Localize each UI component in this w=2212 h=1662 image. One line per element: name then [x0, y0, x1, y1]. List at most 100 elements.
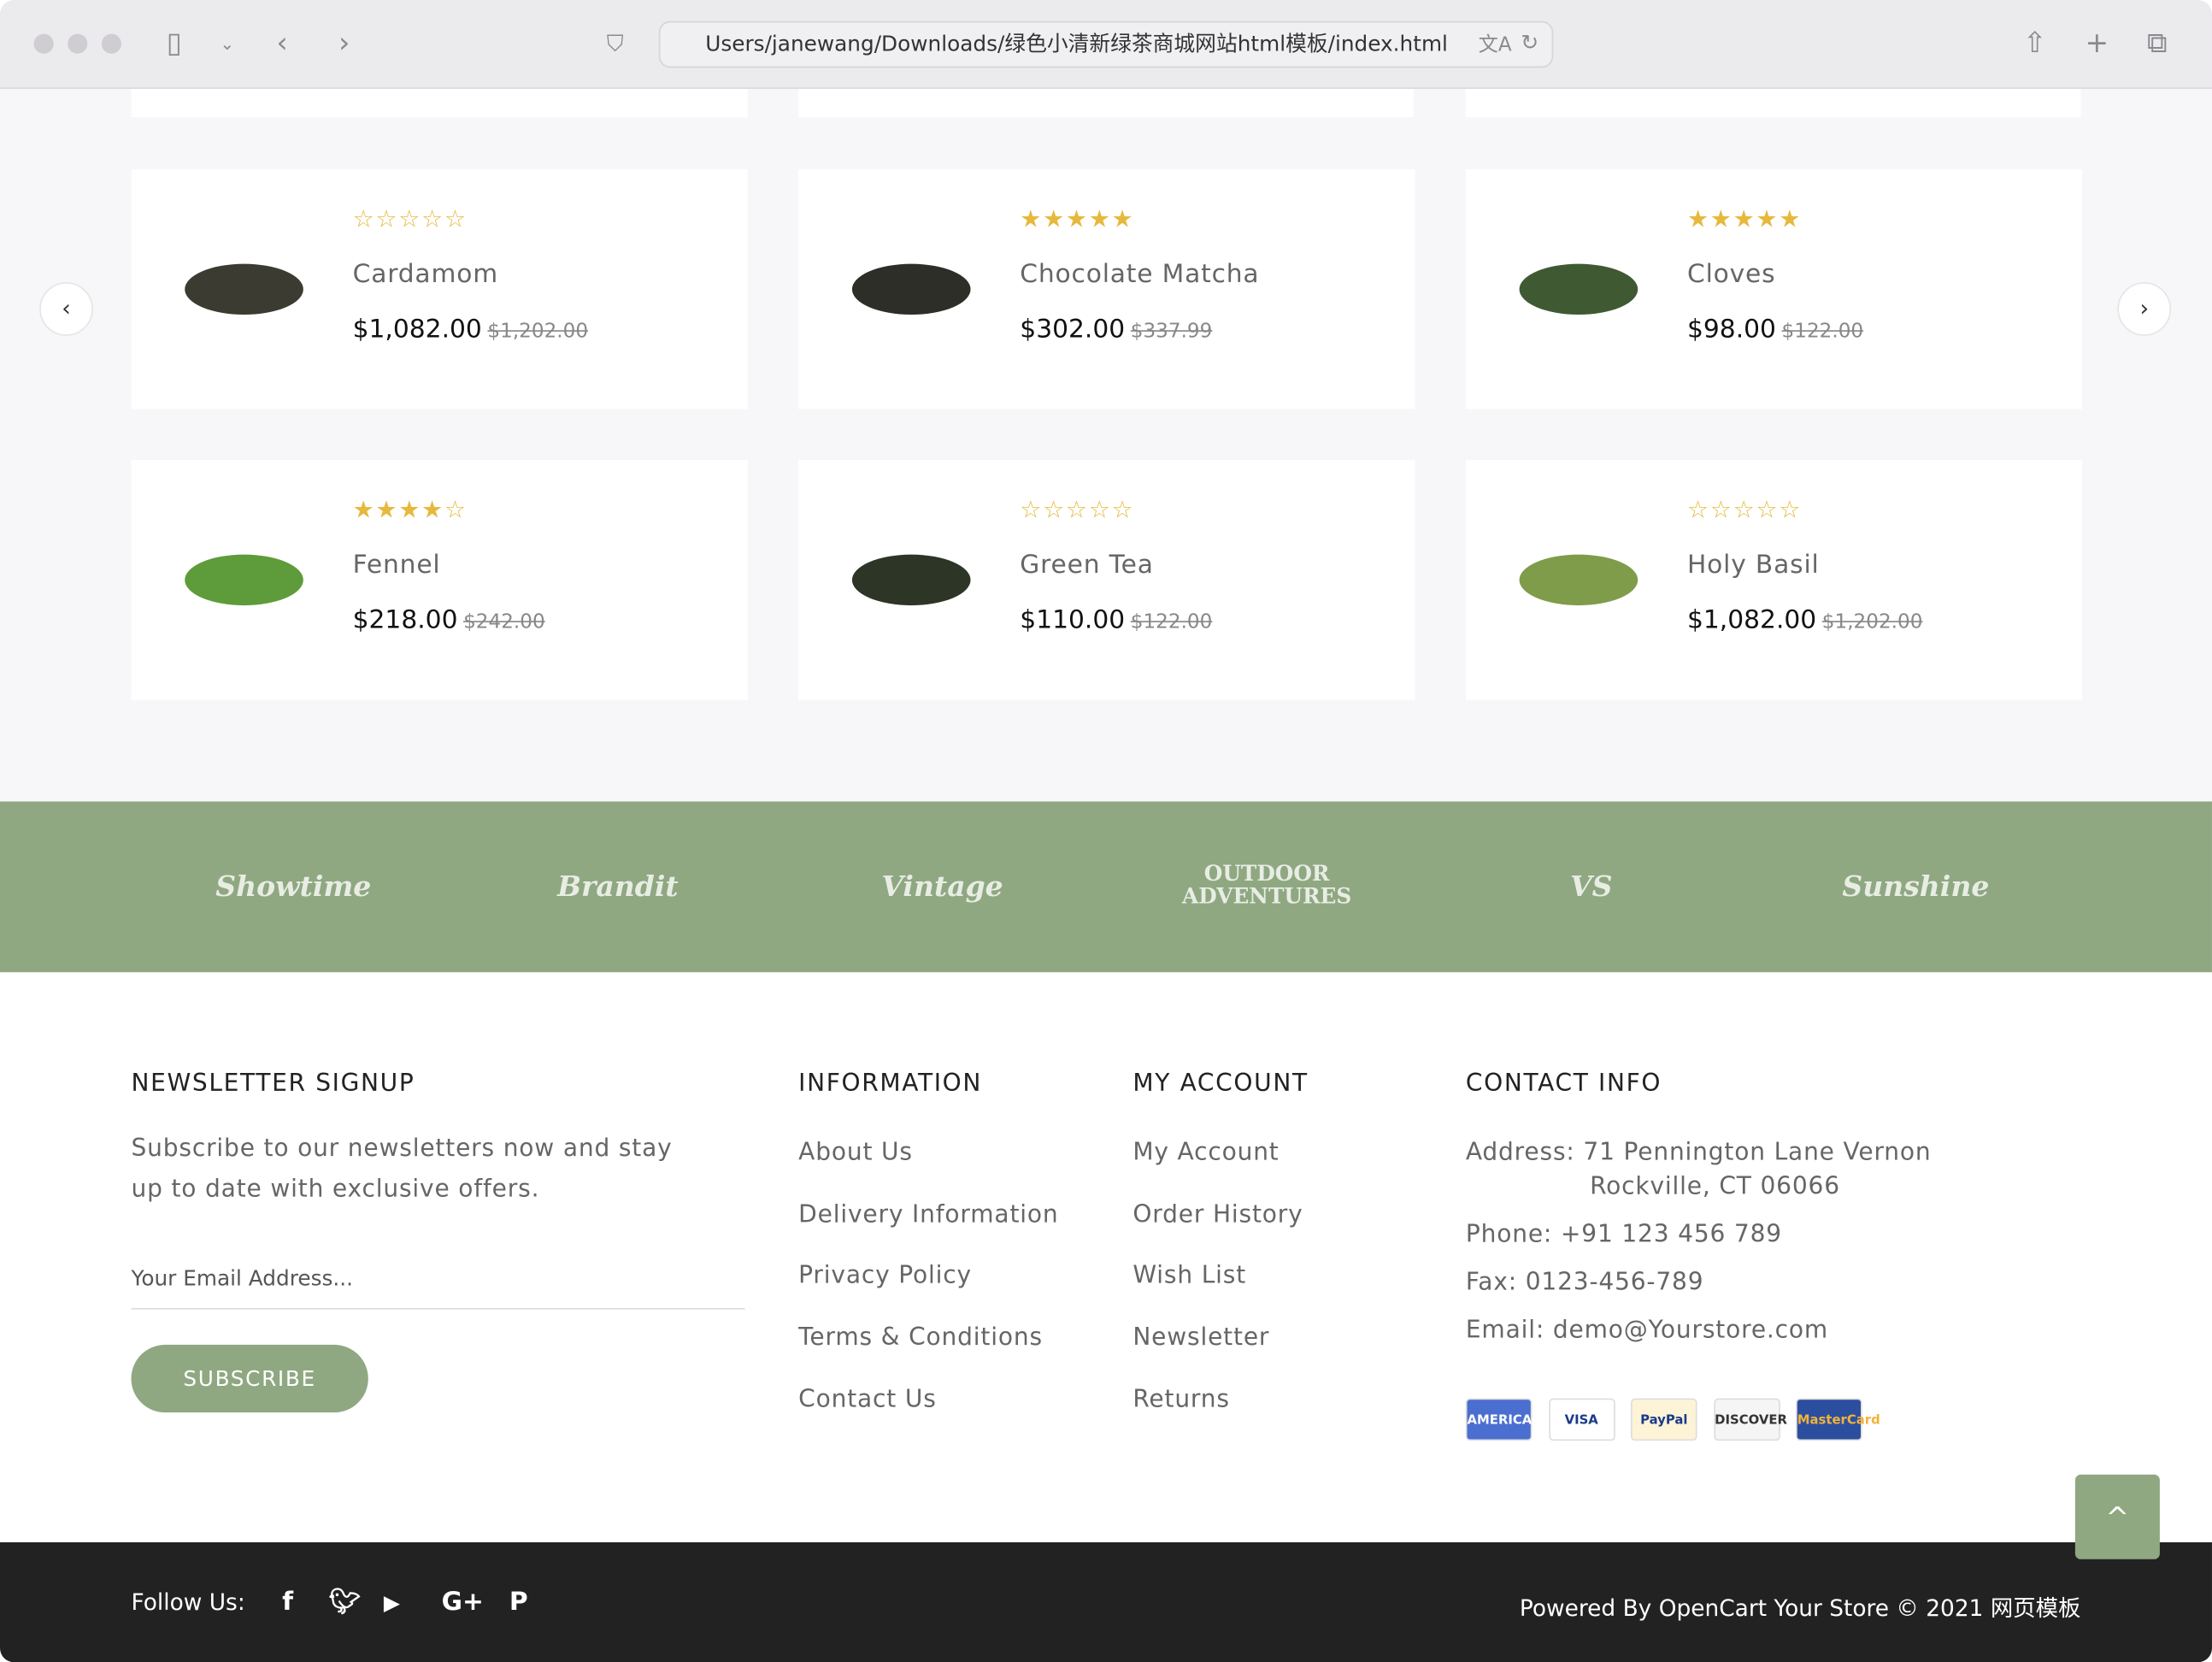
contact-address: Address: 71 Pennington Lane Vernon	[1465, 1138, 1932, 1167]
rating-stars: ☆☆☆☆☆	[352, 205, 468, 234]
brand-logo[interactable]: Sunshine	[1824, 844, 2008, 928]
product-image[interactable]	[180, 523, 308, 622]
product-name[interactable]: Green Tea	[1020, 551, 1153, 581]
twitter-icon[interactable]: 🐦︎	[329, 1588, 362, 1618]
product-price: $302.00 $337.99	[1020, 315, 1212, 345]
footer-link[interactable]: Order History	[1132, 1200, 1303, 1229]
product-name[interactable]: Holy Basil	[1687, 551, 1820, 581]
current-price: $98.00	[1686, 315, 1776, 345]
browser-toolbar: ▯ ⌄ ‹ › ⛉ Users/janewang/Downloads/绿色小清新…	[0, 0, 2212, 89]
youtube-icon[interactable]: ▶	[384, 1590, 400, 1616]
product-price: $218.00 $242.00	[353, 605, 545, 635]
copyright-text: Powered By OpenCart Your Store © 2021 网页…	[1519, 1594, 2081, 1622]
footer-link[interactable]: Delivery Information	[798, 1200, 1058, 1229]
url-text: Users/janewang/Downloads/绿色小清新绿茶商城网站html…	[705, 31, 1448, 57]
payment-icon: AMERICAN EXPRESS	[1465, 1398, 1543, 1470]
forward-icon[interactable]: ›	[338, 26, 350, 60]
product-name[interactable]: Chocolate Matcha	[1020, 260, 1259, 290]
footer-link[interactable]: Newsletter	[1132, 1323, 1269, 1352]
payment-icon: VISA	[1548, 1398, 1615, 1441]
subscribe-button[interactable]: SUBSCRIBE	[131, 1344, 368, 1413]
close-window-button[interactable]	[33, 33, 54, 54]
old-price: $122.00	[1130, 610, 1213, 634]
newsletter-title: NEWSLETTER SIGNUP	[131, 1070, 415, 1099]
zoom-window-button[interactable]	[101, 33, 121, 54]
product-image[interactable]	[848, 233, 975, 332]
scroll-to-top-button[interactable]: ^	[2074, 1474, 2160, 1559]
brand-logo[interactable]: Showtime	[202, 844, 385, 928]
payment-icon: MasterCard	[1796, 1398, 1880, 1441]
footer-link[interactable]: Wish List	[1132, 1262, 1246, 1290]
pinterest-icon[interactable]: P	[509, 1588, 528, 1618]
footer-link[interactable]: My Account	[1132, 1139, 1279, 1167]
rating-stars: ★★★★★	[1020, 205, 1135, 234]
facebook-icon[interactable]: f	[282, 1588, 293, 1618]
carousel-prev-button[interactable]: ‹	[39, 282, 93, 336]
current-price: $1,082.00	[352, 315, 482, 345]
product-name[interactable]: Cardamom	[353, 260, 498, 290]
newsletter-text: Subscribe to our newsletters now and sta…	[131, 1135, 673, 1164]
back-icon[interactable]: ‹	[276, 26, 287, 60]
follow-us-label: Follow Us:	[131, 1588, 245, 1616]
product-price: $98.00 $122.00	[1687, 315, 1863, 345]
current-price: $218.00	[352, 605, 458, 635]
share-icon[interactable]: ⇧	[2023, 26, 2047, 60]
email-input[interactable]	[131, 1248, 745, 1310]
product-card[interactable]: ☆☆☆☆☆ Cardamom $1,082.00 $1,202.00	[131, 169, 748, 410]
product-image[interactable]	[1515, 523, 1643, 622]
product-image[interactable]	[180, 233, 308, 332]
brand-logo[interactable]: VS	[1499, 844, 1683, 928]
footer-link[interactable]: Returns	[1132, 1385, 1230, 1413]
product-price: $110.00 $122.00	[1020, 605, 1212, 635]
old-price: $1,202.00	[487, 320, 589, 344]
rating-stars: ★★★★★	[1686, 205, 1803, 234]
product-card[interactable]: ★★★★★ Chocolate Matcha $302.00 $337.99	[798, 169, 1415, 410]
my-account-title: MY ACCOUNT	[1132, 1070, 1309, 1099]
chevron-down-icon[interactable]: ⌄	[220, 34, 234, 54]
product-card[interactable]: ★★★★★ Cloves $98.00 $122.00	[1465, 169, 2083, 410]
bottom-bar: Follow Us: f 🐦︎ ▶ G+ P Powered By OpenCa…	[0, 1541, 2212, 1662]
reload-icon[interactable]: ↻	[1521, 30, 1538, 56]
brand-logo[interactable]: Outdoor Adventures	[1175, 844, 1359, 928]
tabs-overview-icon[interactable]: ⧉	[2147, 26, 2168, 60]
contact-title: CONTACT INFO	[1465, 1070, 1662, 1099]
carousel-next-button[interactable]: ›	[2117, 282, 2172, 336]
information-title: INFORMATION	[798, 1070, 983, 1099]
current-price: $302.00	[1020, 315, 1126, 345]
sidebar-icon[interactable]: ▯	[167, 26, 182, 60]
product-card[interactable]: ☆☆☆☆☆ Green Tea $110.00 $122.00	[798, 460, 1415, 700]
contact-phone: Phone: +91 123 456 789	[1465, 1220, 1782, 1249]
rating-stars: ☆☆☆☆☆	[1686, 496, 1803, 525]
address-bar[interactable]: Users/janewang/Downloads/绿色小清新绿茶商城网站html…	[658, 21, 1554, 68]
brand-logo[interactable]: Vintage	[850, 844, 1034, 928]
contact-email: Email: demo@Yourstore.com	[1465, 1316, 1829, 1345]
rating-stars: ★★★★☆	[352, 496, 468, 525]
product-image[interactable]	[848, 523, 975, 622]
old-price: $1,202.00	[1821, 610, 1923, 634]
translate-icon[interactable]: 文A	[1479, 30, 1512, 58]
footer-link[interactable]: About Us	[798, 1139, 913, 1167]
footer-link[interactable]: Privacy Policy	[798, 1262, 972, 1290]
newsletter-text: up to date with exclusive offers.	[131, 1175, 540, 1204]
footer-link[interactable]: Terms & Conditions	[798, 1323, 1043, 1352]
footer-link[interactable]: Contact Us	[798, 1385, 937, 1413]
contact-fax: Fax: 0123-456-789	[1465, 1268, 1704, 1297]
product-image[interactable]	[1515, 233, 1643, 332]
product-card-partial	[1465, 88, 2081, 117]
product-name[interactable]: Fennel	[353, 551, 441, 581]
brand-logos-band: Showtime Brandit Vintage Outdoor Adventures…	[0, 801, 2212, 973]
payment-icon: PayPal	[1630, 1398, 1697, 1441]
product-price: $1,082.00 $1,202.00	[353, 315, 588, 345]
contact-address-line2: Rockville, CT 06066	[1590, 1172, 1840, 1201]
product-card[interactable]: ☆☆☆☆☆ Holy Basil $1,082.00 $1,202.00	[1465, 460, 2083, 700]
brand-logo[interactable]: Brandit	[527, 844, 710, 928]
old-price: $122.00	[1781, 320, 1864, 344]
old-price: $337.99	[1130, 320, 1213, 344]
new-tab-icon[interactable]: +	[2085, 26, 2109, 60]
google-plus-icon[interactable]: G+	[442, 1588, 484, 1618]
minimize-window-button[interactable]	[68, 33, 88, 54]
payment-icon: DISCOVER	[1713, 1398, 1787, 1441]
product-name[interactable]: Cloves	[1687, 260, 1775, 290]
shield-icon: ⛉	[606, 29, 624, 57]
product-card[interactable]: ★★★★☆ Fennel $218.00 $242.00	[131, 460, 748, 700]
